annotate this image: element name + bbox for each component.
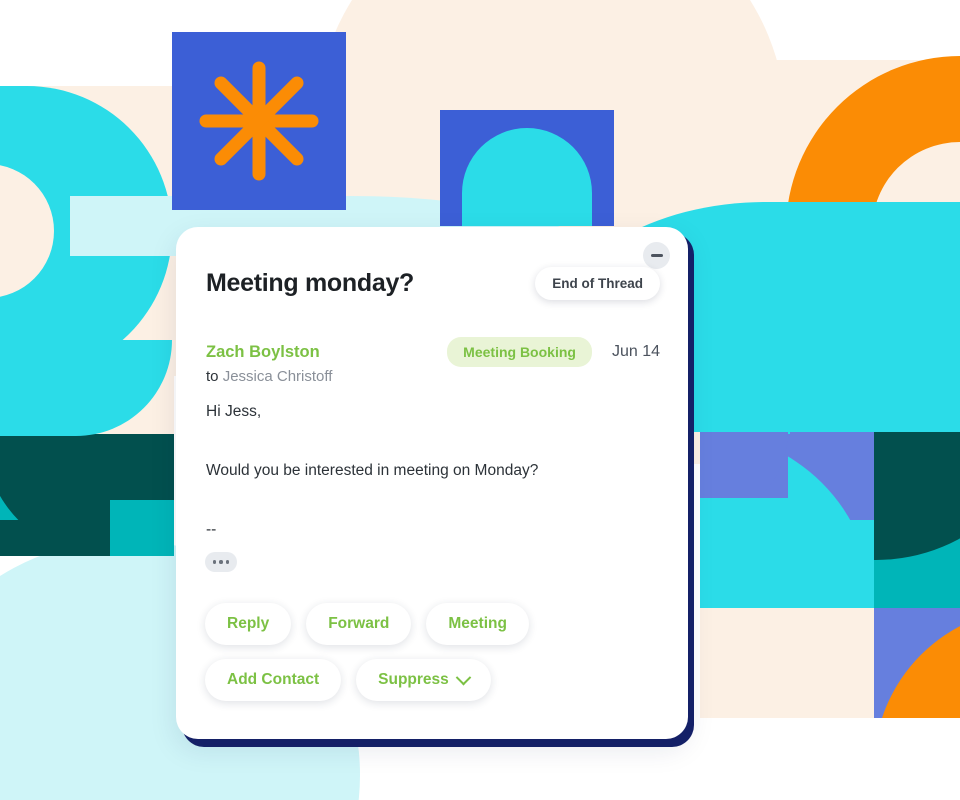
cyan-sweep-extension (700, 352, 790, 434)
action-row-secondary: Add Contact Suppress (205, 659, 664, 701)
chevron-down-icon (455, 669, 472, 685)
tile-periwinkle-2 (874, 608, 960, 718)
end-of-thread-badge[interactable]: End of Thread (535, 266, 660, 300)
teal-corner-left (110, 500, 174, 556)
status-badge[interactable]: Meeting Booking (447, 337, 592, 367)
ellipsis-dot (212, 560, 217, 564)
message-date: Jun 14 (611, 343, 660, 360)
action-row-primary: Reply Forward Meeting (205, 603, 664, 645)
recipient-name: Jessica Christoff (222, 368, 333, 385)
tile-cyan-2 (786, 520, 874, 608)
sender-name: Zach Boylston (206, 342, 320, 361)
page-title: Meeting monday? (206, 268, 415, 297)
body-greeting: Hi Jess, (206, 403, 262, 420)
meeting-button[interactable]: Meeting (426, 603, 529, 645)
forward-button[interactable]: Forward (306, 603, 412, 645)
email-card: Meeting monday? End of Thread Zach Boyls… (176, 227, 688, 739)
suppress-label: Suppress (378, 671, 449, 688)
suppress-button[interactable]: Suppress (356, 659, 491, 701)
cyan-tile-left (700, 498, 788, 608)
recipient-prefix: to (206, 368, 219, 385)
screenshot-root: Meeting monday? End of Thread Zach Boyls… (0, 0, 960, 800)
blue-arch-tile (440, 110, 614, 226)
body-signature-separator: -- (206, 520, 217, 538)
tile-group-dark-teal (874, 432, 960, 608)
recipient-line: to Jessica Christoff (206, 368, 332, 385)
body-paragraph: Would you be interested in meeting on Mo… (206, 461, 539, 479)
tile-cream-1 (786, 608, 874, 718)
card-header: Meeting monday? End of Thread (206, 263, 660, 303)
ellipsis-dot (219, 560, 223, 564)
minimize-icon (650, 254, 663, 257)
message-meta-row: Zach Boylston Meeting Booking Jun 14 (206, 337, 660, 367)
tile-quarter-dark-teal-2 (874, 432, 960, 560)
ellipsis-icon[interactable] (205, 552, 237, 572)
cream-tile-left (700, 608, 788, 718)
asterisk-icon (199, 61, 319, 181)
tile-quarter-orange (874, 608, 960, 718)
cyan-arch-shape (462, 128, 592, 226)
message-body: Hi Jess, Would you be interested in meet… (206, 402, 660, 541)
ellipsis-dot (225, 560, 230, 564)
reply-button[interactable]: Reply (205, 603, 292, 645)
add-contact-button[interactable]: Add Contact (205, 659, 342, 701)
